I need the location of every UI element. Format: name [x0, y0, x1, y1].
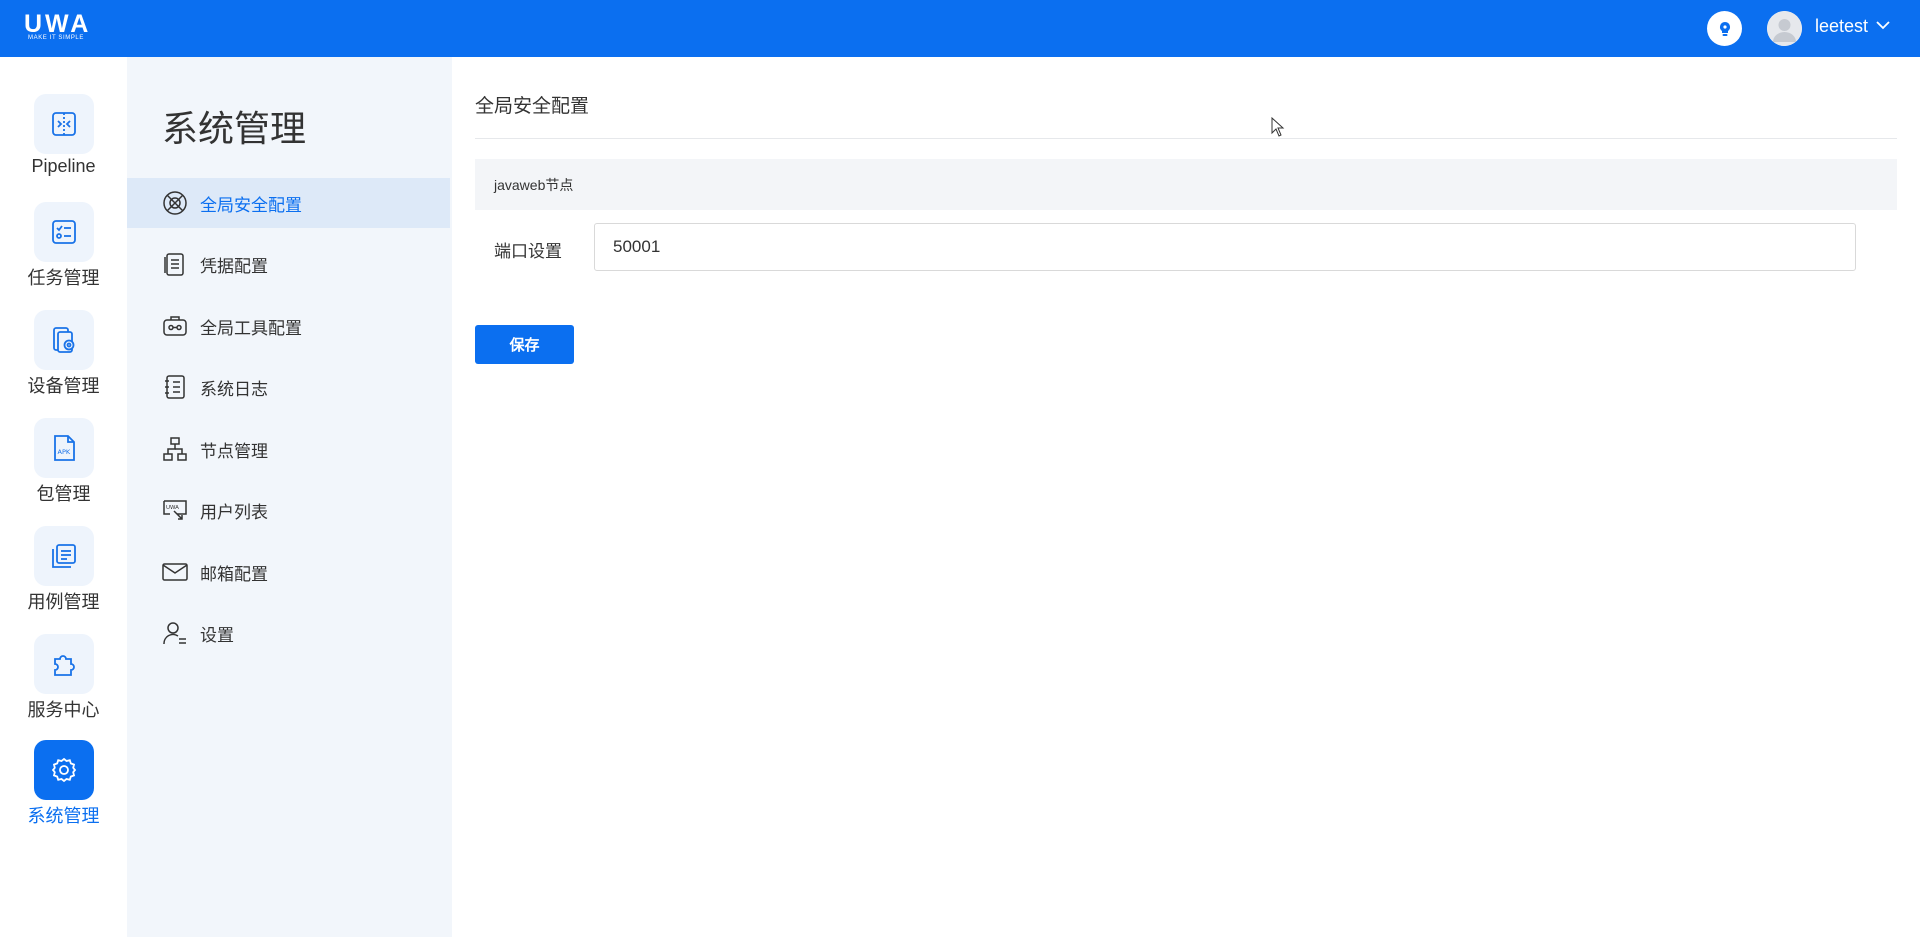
- apk-file-icon: APK: [53, 435, 75, 461]
- log-book-icon: [165, 375, 185, 399]
- rail-item-devices[interactable]: 设备管理: [0, 310, 127, 398]
- puzzle-icon: [53, 655, 75, 676]
- rail-item-cases[interactable]: 用例管理: [0, 526, 127, 614]
- subnav-label: 全局工具配置: [200, 318, 302, 338]
- rail-label: 任务管理: [27, 268, 100, 288]
- user-list-icon: UWA: [163, 500, 187, 520]
- save-button[interactable]: 保存: [475, 325, 574, 364]
- subnav-label: 节点管理: [200, 441, 268, 461]
- case-list-icon: [51, 544, 76, 568]
- lightbulb-button[interactable]: [1707, 11, 1742, 46]
- top-bar: UWA MAKE IT SIMPLE leetest: [0, 0, 1920, 57]
- subnav-item-system-log[interactable]: 系统日志: [127, 362, 450, 412]
- rail-label: 用例管理: [27, 592, 100, 612]
- task-checklist-icon: [51, 220, 76, 244]
- port-label: 端口设置: [494, 242, 562, 261]
- subnav-title: 系统管理: [162, 108, 307, 149]
- port-input[interactable]: [594, 223, 1856, 271]
- subnav-item-mail[interactable]: 邮箱配置: [127, 547, 450, 597]
- rail-item-pipeline[interactable]: Pipeline: [0, 94, 127, 177]
- rail-item-system-management[interactable]: 系统管理: [0, 740, 127, 828]
- section-header: javaweb节点: [475, 159, 1897, 210]
- main-content: 全局安全配置 javaweb节点 端口设置 保存: [452, 57, 1920, 937]
- subnav-item-settings[interactable]: 设置: [127, 608, 450, 658]
- security-globe-icon: [163, 191, 187, 215]
- page-title: 全局安全配置: [475, 96, 590, 117]
- subnav-item-nodes[interactable]: 节点管理: [127, 424, 450, 474]
- subnav-label: 全局安全配置: [200, 195, 302, 215]
- title-divider: [475, 138, 1897, 139]
- secondary-nav: 系统管理 全局安全配置 凭据配置 全局工具配置 系统日志 节点管理 UWA 用户…: [127, 57, 452, 937]
- subnav-label: 邮箱配置: [200, 564, 268, 584]
- uwa-logo[interactable]: UWA MAKE IT SIMPLE: [24, 10, 102, 44]
- left-nav-rail: Pipeline 任务管理 设备管理 APK 包管理 用例管理 服务中心 系统管…: [0, 57, 127, 937]
- subnav-label: 系统日志: [200, 379, 268, 399]
- lightbulb-icon: [1719, 21, 1730, 36]
- device-settings-icon: [52, 327, 74, 353]
- user-settings-icon: [163, 622, 186, 645]
- rail-item-packages[interactable]: APK 包管理: [0, 418, 127, 506]
- credential-doc-icon: [164, 253, 184, 276]
- rail-item-tasks[interactable]: 任务管理: [0, 202, 127, 290]
- rail-item-service-center[interactable]: 服务中心: [0, 634, 127, 722]
- subnav-label: 设置: [200, 625, 234, 645]
- subnav-label: 用户列表: [200, 502, 268, 522]
- subnav-item-user-list[interactable]: UWA 用户列表: [127, 485, 450, 535]
- gear-icon: [51, 757, 76, 783]
- rail-label: Pipeline: [31, 156, 96, 176]
- subnav-item-global-tools[interactable]: 全局工具配置: [127, 301, 450, 351]
- section-label: javaweb节点: [494, 176, 574, 193]
- svg-text:UWA: UWA: [166, 505, 179, 511]
- rail-label: 设备管理: [27, 376, 100, 396]
- toolbox-icon: [163, 316, 187, 336]
- username[interactable]: leetest: [1815, 16, 1868, 37]
- chevron-down-icon[interactable]: [1876, 20, 1890, 30]
- rail-label: 服务中心: [27, 700, 100, 720]
- avatar-icon: [1767, 11, 1802, 46]
- pipeline-icon: [51, 112, 76, 136]
- rail-label: 系统管理: [27, 806, 100, 826]
- logo-text: UWA: [24, 10, 92, 38]
- mail-icon: [162, 563, 188, 581]
- mouse-cursor-icon: [1271, 117, 1285, 137]
- subnav-item-global-security[interactable]: 全局安全配置: [127, 178, 450, 228]
- subnav-label: 凭据配置: [200, 256, 268, 276]
- rail-label: 包管理: [36, 484, 91, 504]
- node-tree-icon: [163, 437, 187, 461]
- user-avatar[interactable]: [1767, 11, 1802, 46]
- svg-text:APK: APK: [57, 448, 70, 456]
- subnav-item-credentials[interactable]: 凭据配置: [127, 239, 450, 289]
